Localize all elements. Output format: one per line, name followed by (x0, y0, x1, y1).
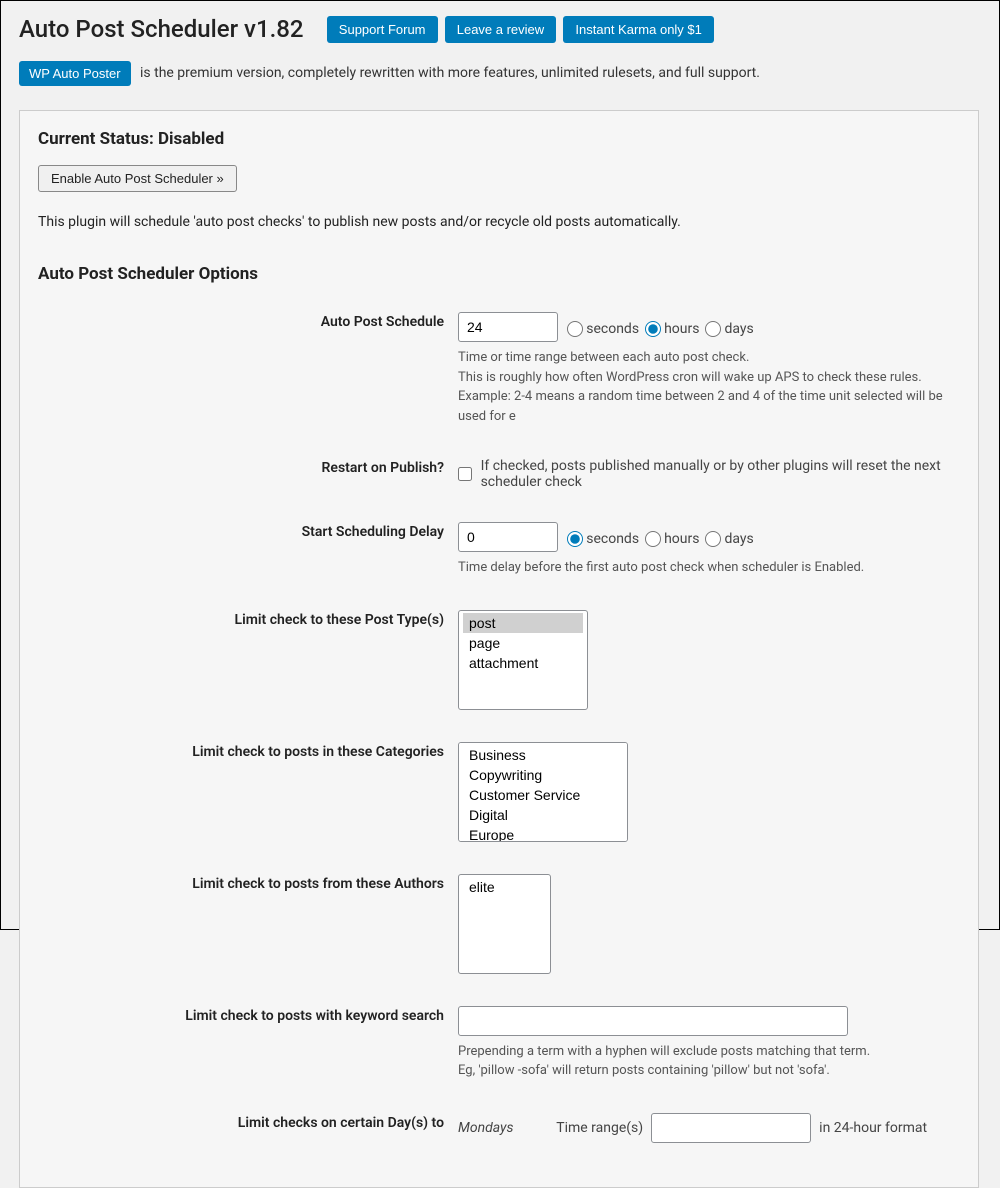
leave-review-button[interactable]: Leave a review (445, 16, 556, 43)
day-mondays: Mondays (458, 1120, 553, 1136)
schedule-days-option[interactable]: days (705, 321, 753, 337)
schedule-label: Auto Post Schedule (38, 304, 458, 450)
status-heading: Current Status: Disabled (38, 129, 960, 149)
categories-select[interactable]: Business Copywriting Customer Service Di… (458, 742, 628, 842)
restart-checkbox[interactable] (458, 466, 472, 482)
keyword-input[interactable] (458, 1006, 848, 1036)
restart-desc: If checked, posts published manually or … (481, 458, 960, 490)
schedule-seconds-option[interactable]: seconds (567, 321, 639, 337)
keyword-label: Limit check to posts with keyword search (38, 998, 458, 1105)
authors-label: Limit check to posts from these Authors (38, 866, 458, 998)
enable-scheduler-button[interactable]: Enable Auto Post Scheduler » (38, 165, 237, 192)
delay-hours-option[interactable]: hours (645, 531, 699, 547)
restart-label: Restart on Publish? (38, 450, 458, 514)
days-label: Limit checks on certain Day(s) to (38, 1105, 458, 1167)
keyword-desc: Prepending a term with a hyphen will exc… (458, 1042, 960, 1081)
schedule-value-input[interactable] (458, 312, 558, 342)
post-types-label: Limit check to these Post Type(s) (38, 602, 458, 734)
page-title: Auto Post Scheduler v1.82 (19, 11, 304, 47)
premium-line: WP Auto Poster is the premium version, c… (19, 61, 979, 86)
delay-days-option[interactable]: days (705, 531, 753, 547)
categories-label: Limit check to posts in these Categories (38, 734, 458, 866)
support-forum-button[interactable]: Support Forum (327, 16, 438, 43)
authors-select[interactable]: elite (458, 874, 551, 974)
delay-desc: Time delay before the first auto post ch… (458, 558, 960, 578)
time-range-suffix: in 24-hour format (819, 1120, 927, 1136)
settings-panel: Current Status: Disabled Enable Auto Pos… (19, 110, 979, 1188)
schedule-hours-option[interactable]: hours (645, 321, 699, 337)
status-description: This plugin will schedule 'auto post che… (38, 214, 960, 230)
time-range-input[interactable] (651, 1113, 811, 1143)
schedule-desc: Time or time range between each auto pos… (458, 348, 960, 426)
wp-auto-poster-button[interactable]: WP Auto Poster (19, 61, 131, 86)
instant-karma-button[interactable]: Instant Karma only $1 (563, 16, 713, 43)
post-types-select[interactable]: post page attachment (458, 610, 588, 710)
time-range-label: Time range(s) (556, 1120, 643, 1136)
premium-description: is the premium version, completely rewri… (140, 65, 760, 81)
options-heading: Auto Post Scheduler Options (38, 264, 960, 284)
delay-value-input[interactable] (458, 522, 558, 552)
delay-label: Start Scheduling Delay (38, 514, 458, 602)
delay-seconds-option[interactable]: seconds (567, 531, 639, 547)
